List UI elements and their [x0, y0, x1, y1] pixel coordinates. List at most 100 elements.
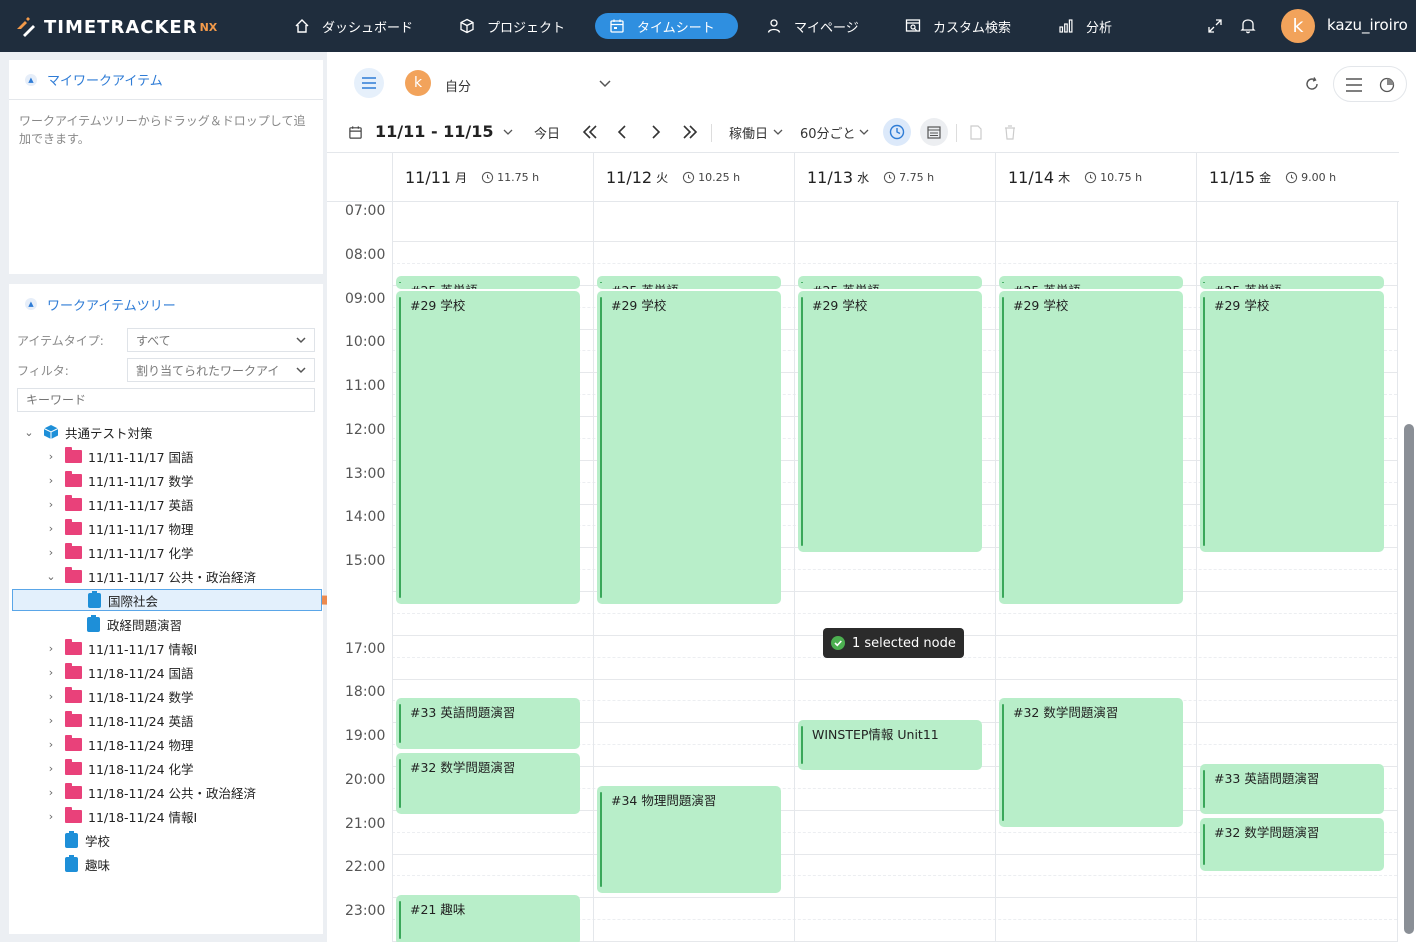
expand-icon[interactable]: › — [43, 546, 59, 559]
nav-project[interactable]: プロジェクト — [445, 13, 579, 39]
list-icon[interactable] — [1346, 78, 1362, 92]
time-entry[interactable]: #29 学校 — [1200, 291, 1384, 552]
time-entry[interactable]: #29 学校 — [597, 291, 781, 605]
nav-analysis[interactable]: 分析 — [1044, 13, 1126, 39]
day-header[interactable]: 11/12 火 10.25 h — [593, 153, 794, 201]
tree-root[interactable]: ⌄ 共通テスト対策 — [21, 421, 153, 443]
expand-icon[interactable]: › — [43, 450, 59, 463]
day-header[interactable]: 11/15 金 9.00 h — [1196, 153, 1397, 201]
time-entry[interactable]: #25 英単語 — [798, 275, 982, 290]
time-entry[interactable]: #29 学校 — [999, 291, 1183, 605]
pie-chart-icon[interactable] — [1379, 77, 1395, 93]
time-entry[interactable]: #34 物理問題演習 — [597, 785, 781, 893]
time-entry[interactable]: #21 趣味 — [396, 894, 580, 942]
nav-dashboard[interactable]: ダッシュボード — [280, 13, 427, 39]
tree-item[interactable]: › 11/11-11/17 国語 — [43, 445, 194, 467]
expand-icon[interactable]: › — [43, 498, 59, 511]
bell-icon[interactable] — [1240, 17, 1256, 34]
time-entry[interactable]: #25 英単語 — [999, 275, 1183, 290]
trash-icon[interactable] — [1004, 125, 1016, 140]
document-icon[interactable] — [970, 125, 982, 140]
chevron-down-icon[interactable] — [503, 128, 513, 137]
day-header[interactable]: 11/11 月 11.75 h — [392, 153, 593, 201]
filter-select[interactable]: 割り当てられたワークアイ — [127, 358, 315, 382]
chevron-down-icon[interactable] — [598, 78, 612, 90]
expand-icon[interactable]: › — [43, 642, 59, 655]
person-select-value[interactable]: 自分 — [445, 76, 471, 95]
time-entry[interactable]: #29 学校 — [396, 291, 580, 605]
my-work-items-header[interactable]: ▲ マイワークアイテム — [9, 60, 323, 100]
expand-icon[interactable]: › — [43, 810, 59, 823]
expand-icon[interactable]: › — [43, 786, 59, 799]
tree-item[interactable]: › 11/18-11/24 数学 — [43, 685, 194, 707]
tree-item[interactable]: 趣味 — [43, 853, 110, 875]
calendar-icon — [349, 126, 362, 139]
day-header[interactable]: 11/14 木 10.75 h — [995, 153, 1196, 201]
time-entry[interactable]: #33 英語問題演習 — [396, 698, 580, 749]
expand-icon[interactable]: › — [43, 738, 59, 751]
clock-toggle-button[interactable] — [883, 118, 911, 146]
workdays-select[interactable]: 稼働日 — [729, 123, 768, 142]
expand-icon[interactable]: › — [43, 762, 59, 775]
time-entry[interactable]: #32 数学問題演習 — [999, 698, 1183, 828]
logo-text: TIMETRACKER — [44, 16, 198, 38]
tree-item[interactable]: › 11/11-11/17 化学 — [43, 541, 194, 563]
today-button[interactable]: 今日 — [534, 123, 560, 142]
chevron-right-icon[interactable] — [650, 124, 662, 140]
time-entry[interactable]: WINSTEP情報 Unit11 — [798, 719, 982, 771]
user-name[interactable]: kazu_iroiro — [1327, 16, 1408, 34]
tree-item[interactable]: › 11/11-11/17 英語 — [43, 493, 194, 515]
expand-icon[interactable]: › — [43, 714, 59, 727]
day-header[interactable]: 11/13 水 7.75 h — [794, 153, 995, 201]
scrollbar-thumb[interactable] — [1404, 424, 1414, 934]
user-avatar[interactable]: k — [1281, 9, 1315, 43]
tree-item[interactable]: › 11/18-11/24 情報Ⅰ — [43, 805, 197, 827]
refresh-icon[interactable] — [1304, 76, 1320, 92]
date-range[interactable]: 11/11 - 11/15 — [375, 122, 494, 141]
time-entry[interactable]: #25 英単語 — [597, 275, 781, 290]
tree-item[interactable]: ⌄ 11/11-11/17 公共・政治経済 — [43, 565, 256, 587]
tree-item[interactable]: › 11/11-11/17 物理 — [43, 517, 194, 539]
tree-item[interactable]: 国際社会 — [12, 589, 322, 611]
chevron-down-icon[interactable] — [773, 128, 783, 137]
expand-icon[interactable]: › — [43, 666, 59, 679]
day-hours: 10.25 h — [682, 171, 740, 184]
time-entry[interactable]: #25 英単語 — [396, 275, 580, 290]
double-chevron-right-icon[interactable] — [681, 124, 699, 140]
time-entry[interactable]: #32 数学問題演習 — [1200, 818, 1384, 871]
expand-icon[interactable]: › — [43, 690, 59, 703]
expand-icon[interactable]: ⌄ — [21, 426, 37, 439]
item-type-select[interactable]: すべて — [127, 328, 315, 352]
interval-select[interactable]: 60分ごと — [800, 123, 856, 142]
tree-item[interactable]: › 11/18-11/24 物理 — [43, 733, 194, 755]
tree-item[interactable]: › 11/18-11/24 国語 — [43, 661, 194, 683]
tree-item[interactable]: 政経問題演習 — [65, 613, 182, 635]
tree-item-label: 11/11-11/17 物理 — [88, 521, 194, 537]
time-entry[interactable]: #29 学校 — [798, 291, 982, 552]
expand-icon[interactable]: ⌄ — [43, 570, 59, 583]
fullscreen-icon[interactable] — [1207, 18, 1223, 34]
nav-mypage[interactable]: マイページ — [752, 13, 873, 39]
tree-item[interactable]: › 11/11-11/17 数学 — [43, 469, 194, 491]
schedule-toggle-button[interactable] — [920, 118, 948, 146]
drag-tooltip: 1 selected node — [823, 628, 964, 658]
work-item-tree-header[interactable]: ▲ ワークアイテムツリー — [9, 284, 323, 324]
nav-custom-search[interactable]: カスタム検索 — [891, 13, 1025, 39]
time-entry[interactable]: #33 英語問題演習 — [1200, 763, 1384, 815]
chevron-down-icon[interactable] — [859, 128, 869, 137]
tree-item[interactable]: › 11/18-11/24 化学 — [43, 757, 194, 779]
nav-timesheet[interactable]: タイムシート — [595, 13, 738, 39]
expand-icon[interactable]: › — [43, 522, 59, 535]
chevron-left-icon[interactable] — [616, 124, 628, 140]
app-logo[interactable]: TIMETRACKER NX — [14, 12, 217, 42]
tree-item[interactable]: 学校 — [43, 829, 110, 851]
double-chevron-left-icon[interactable] — [581, 124, 599, 140]
time-entry[interactable]: #25 英単語 — [1200, 275, 1384, 290]
tree-item[interactable]: › 11/18-11/24 公共・政治経済 — [43, 781, 256, 803]
expand-icon[interactable]: › — [43, 474, 59, 487]
tree-item[interactable]: › 11/11-11/17 情報Ⅰ — [43, 637, 197, 659]
time-entry[interactable]: #32 数学問題演習 — [396, 752, 580, 815]
keyword-input[interactable] — [17, 388, 315, 412]
menu-toggle-button[interactable] — [354, 68, 384, 98]
tree-item[interactable]: › 11/18-11/24 英語 — [43, 709, 194, 731]
